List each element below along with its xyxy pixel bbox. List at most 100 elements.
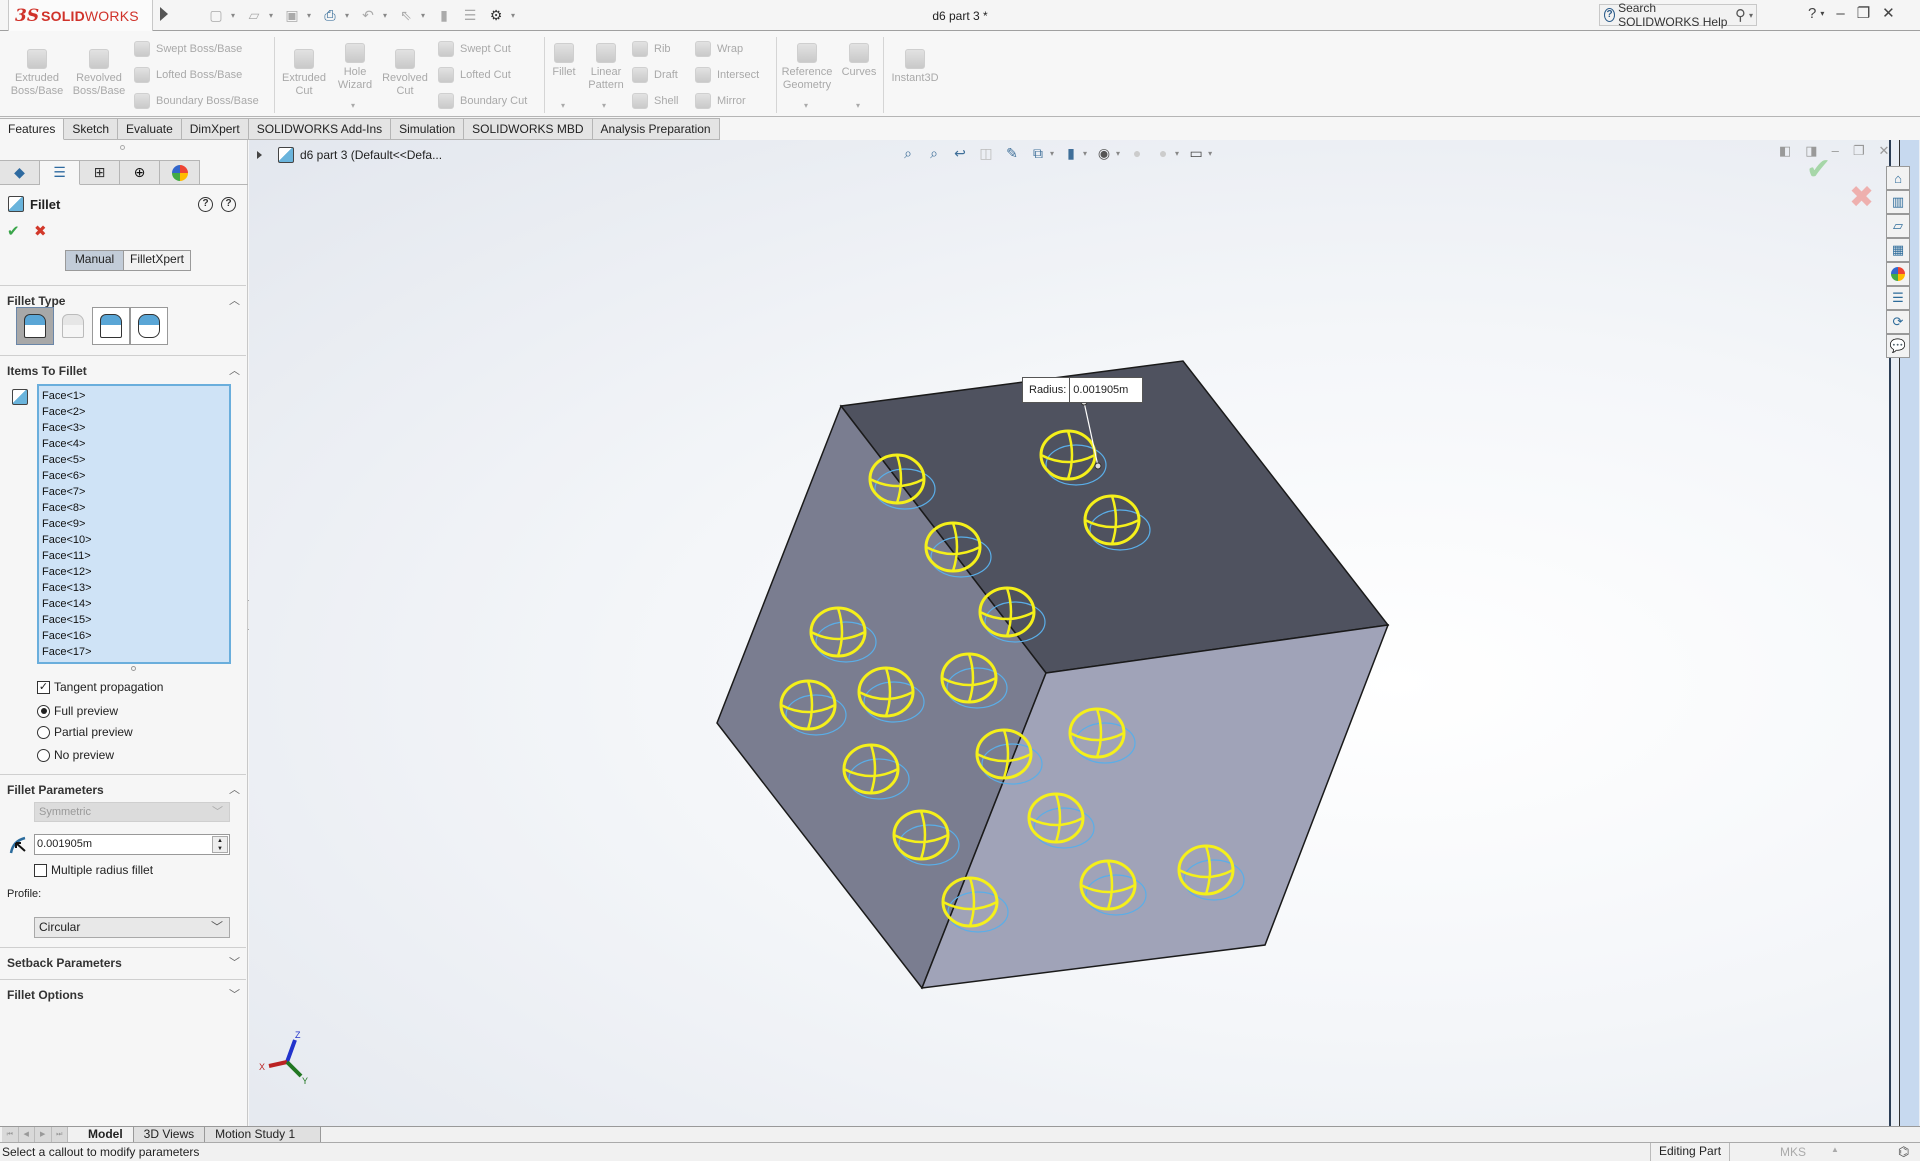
dimxpert-manager-tab[interactable]: ⊕ xyxy=(120,160,160,185)
tab-3d-views[interactable]: 3D Views xyxy=(133,1127,206,1142)
help-search-input[interactable]: Search SOLIDWORKS Help xyxy=(1618,1,1732,29)
face-list-item[interactable]: Face<13> xyxy=(39,580,229,596)
revolved-boss-button[interactable]: Revolved Boss/Base xyxy=(70,49,128,98)
no-preview-radio[interactable]: No preview xyxy=(37,748,114,762)
radius-spinner[interactable]: ▲ ▼ xyxy=(212,836,228,853)
variable-size-fillet-button[interactable] xyxy=(54,307,92,345)
face-list-item[interactable]: Face<1> xyxy=(39,388,229,404)
shell-button[interactable]: Shell xyxy=(632,93,678,109)
undo-dropdown[interactable]: ▾ xyxy=(383,11,391,20)
hole-wizard-dropdown[interactable]: ▾ xyxy=(351,101,355,110)
face-list-item[interactable]: Face<5> xyxy=(39,452,229,468)
feature-tree-root[interactable]: d6 part 3 (Default<<Defa... xyxy=(257,147,442,163)
configuration-manager-tab[interactable]: ⊞ xyxy=(80,160,120,185)
file-properties-icon[interactable]: ☰ xyxy=(459,5,481,25)
graphics-area[interactable]: d6 part 3 (Default<<Defa... ⌕ ⌕ ↩ ◫ ✎ ⧉ ▾… xyxy=(249,140,1889,1126)
unit-system-dropdown[interactable]: ▲ xyxy=(1831,1145,1839,1154)
face-list-item[interactable]: Face<14> xyxy=(39,596,229,612)
reference-geometry-dropdown[interactable]: ▾ xyxy=(804,101,808,110)
display-style-dropdown[interactable]: ▾ xyxy=(1083,149,1087,158)
print-icon[interactable]: ⎙ xyxy=(319,5,341,25)
close-icon[interactable]: ✕ xyxy=(1882,4,1895,22)
extruded-boss-button[interactable]: Extruded Boss/Base xyxy=(8,49,66,98)
boundary-cut-button[interactable]: Boundary Cut xyxy=(438,93,527,109)
revolved-cut-button[interactable]: Revolved Cut xyxy=(380,49,430,98)
apply-scene-dropdown[interactable]: ▾ xyxy=(1175,149,1179,158)
edit-appearance-icon[interactable]: ● xyxy=(1128,144,1146,162)
viewport-minimize-icon[interactable]: – xyxy=(1832,143,1839,159)
filletxpert-mode-button[interactable]: FilletXpert xyxy=(124,251,191,270)
curves-button[interactable]: Curves xyxy=(838,43,880,79)
options-dropdown[interactable]: ▾ xyxy=(511,11,519,20)
viewport-restore-icon[interactable]: ❐ xyxy=(1853,143,1865,159)
solidworks-forum-icon[interactable]: ⟳ xyxy=(1886,310,1910,334)
design-library-icon[interactable]: ▥ xyxy=(1886,190,1910,214)
fillet-dropdown[interactable]: ▾ xyxy=(561,101,565,110)
list-resize-grip[interactable] xyxy=(131,666,136,671)
checkbox-unchecked[interactable] xyxy=(34,863,47,877)
custom-properties-icon[interactable]: ☰ xyxy=(1886,286,1910,310)
new-dropdown[interactable]: ▾ xyxy=(231,11,239,20)
zoom-to-area-icon[interactable]: ⌕ xyxy=(925,144,943,162)
home-icon[interactable]: ⌂ xyxy=(1886,166,1910,190)
linear-pattern-button[interactable]: Linear Pattern xyxy=(584,43,628,92)
dynamic-annotation-icon[interactable]: ✎ xyxy=(1003,144,1021,162)
community-icon[interactable]: 💬 xyxy=(1886,334,1910,358)
setback-parameters-section[interactable]: Setback Parameters ﹀ xyxy=(0,947,246,975)
unit-system[interactable]: MKS xyxy=(1780,1145,1806,1159)
full-preview-radio[interactable]: Full preview xyxy=(37,704,118,718)
view-palette-icon[interactable]: ▦ xyxy=(1886,238,1910,262)
radius-input[interactable]: 0.001905m ▲ ▼ xyxy=(34,834,230,855)
callout-value[interactable]: 0.001905m xyxy=(1070,378,1142,402)
collapse-chevron-icon[interactable]: ︿ xyxy=(229,781,240,797)
open-dropdown[interactable]: ▾ xyxy=(269,11,277,20)
partial-preview-radio[interactable]: Partial preview xyxy=(37,725,133,739)
radio-unselected[interactable] xyxy=(37,725,50,739)
rib-button[interactable]: Rib xyxy=(632,41,671,57)
prev-tab-icon[interactable]: ◀ xyxy=(19,1127,35,1142)
tab-motion-study-1[interactable]: Motion Study 1 xyxy=(205,1127,322,1142)
solidworks-logo-menu[interactable]: 3S SOLIDWORKS xyxy=(8,0,153,32)
reference-geometry-button[interactable]: Reference Geometry xyxy=(780,43,834,92)
expand-chevron-icon[interactable]: ﹀ xyxy=(229,986,240,1002)
fillet-button[interactable]: Fillet xyxy=(548,43,580,79)
display-manager-tab[interactable] xyxy=(160,160,200,185)
minimize-icon[interactable]: – xyxy=(1836,5,1844,22)
items-to-fillet-list[interactable]: Face<1> Face<2> Face<3> Face<4> Face<5> Face<… xyxy=(37,384,231,664)
tab-simulation[interactable]: Simulation xyxy=(391,118,465,140)
tangent-propagation-checkbox[interactable]: ✓ Tangent propagation xyxy=(37,680,163,694)
tab-features[interactable]: Features xyxy=(0,118,65,140)
hide-show-dropdown[interactable]: ▾ xyxy=(1116,149,1120,158)
collapse-chevron-icon[interactable]: ︿ xyxy=(229,362,240,378)
collapse-chevron-icon[interactable]: ︿ xyxy=(229,292,240,308)
panel-resize-grip[interactable] xyxy=(120,145,125,150)
next-tab-icon[interactable]: ▶ xyxy=(35,1127,52,1142)
face-list-item[interactable]: Face<17> xyxy=(39,644,229,660)
face-list-item[interactable]: Face<15> xyxy=(39,612,229,628)
section-view-icon[interactable]: ◫ xyxy=(977,144,995,162)
menu-expand-arrow-icon[interactable] xyxy=(160,7,168,21)
select-dropdown[interactable]: ▾ xyxy=(421,11,429,20)
search-dropdown[interactable]: ▾ xyxy=(1749,11,1753,20)
face-list-item[interactable]: Face<2> xyxy=(39,404,229,420)
confirmation-ok-icon[interactable]: ✔ xyxy=(1806,152,1831,187)
view-orientation-dropdown[interactable]: ▾ xyxy=(1050,149,1054,158)
new-icon[interactable]: ▢ xyxy=(205,5,227,25)
wrap-button[interactable]: Wrap xyxy=(695,41,743,57)
rebuild-icon[interactable]: ▮ xyxy=(433,5,455,25)
options-icon[interactable]: ⚙ xyxy=(485,5,507,25)
appearances-icon[interactable] xyxy=(1886,262,1910,286)
first-tab-icon[interactable]: ⏮ xyxy=(2,1127,19,1142)
curves-dropdown[interactable]: ▾ xyxy=(856,101,860,110)
face-list-item[interactable]: Face<16> xyxy=(39,628,229,644)
face-list-item[interactable]: Face<7> xyxy=(39,484,229,500)
manual-mode-button[interactable]: Manual xyxy=(66,251,124,270)
items-to-fillet-section[interactable]: Items To Fillet ︿ xyxy=(0,355,246,383)
tab-mbd[interactable]: SOLIDWORKS MBD xyxy=(464,118,593,140)
last-tab-icon[interactable]: ⏭ xyxy=(52,1127,68,1142)
fillet-options-section[interactable]: Fillet Options ﹀ xyxy=(0,979,246,1007)
radius-callout[interactable]: Radius: 0.001905m xyxy=(1022,377,1144,403)
view-orientation-icon[interactable]: ⧉ xyxy=(1029,144,1047,162)
expand-chevron-icon[interactable]: ﹀ xyxy=(229,954,240,970)
tab-dimxpert[interactable]: DimXpert xyxy=(181,118,249,140)
